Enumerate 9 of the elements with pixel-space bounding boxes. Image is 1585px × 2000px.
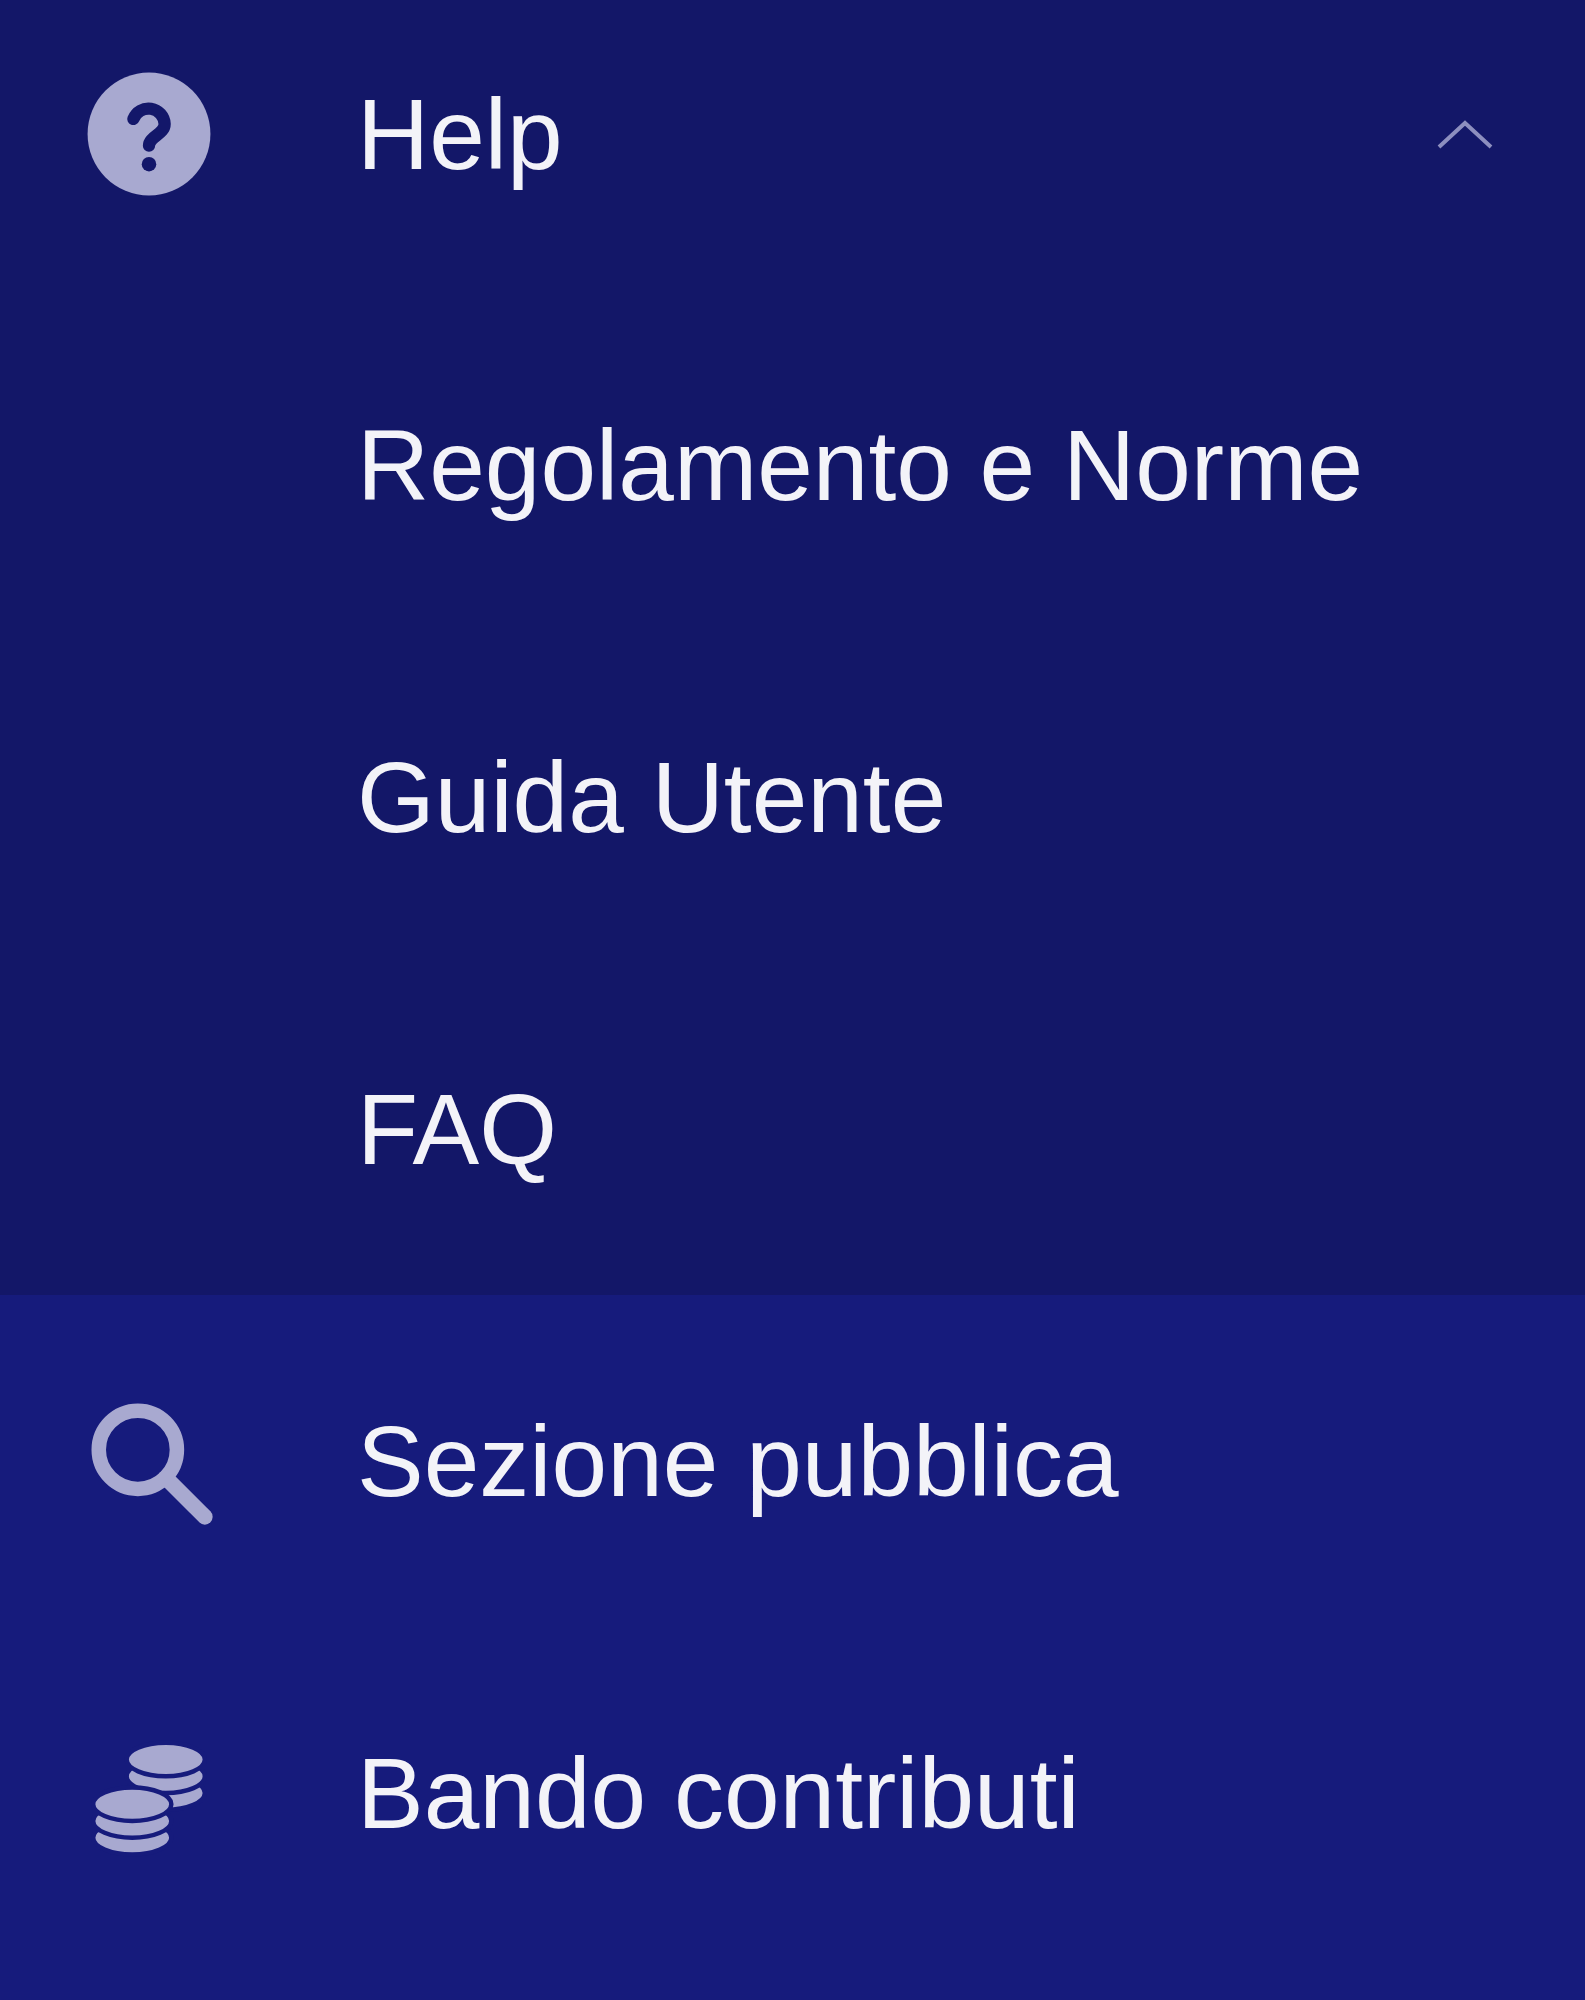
menu-item[interactable]: Help — [0, 0, 1585, 268]
submenu-item[interactable]: Guida Utente — [0, 631, 1585, 963]
menu-label: Sezione pubblica — [357, 1403, 1120, 1519]
submenu-item[interactable]: FAQ — [0, 963, 1585, 1295]
menu-item[interactable]: Bando contributi — [0, 1627, 1585, 1959]
menu-item[interactable]: Sezione pubblica — [0, 1295, 1585, 1627]
menu-label: Help — [357, 76, 564, 192]
menu-label: Bando contributi — [357, 1735, 1081, 1851]
submenu-item[interactable]: Regolamento e Norme — [0, 299, 1585, 631]
